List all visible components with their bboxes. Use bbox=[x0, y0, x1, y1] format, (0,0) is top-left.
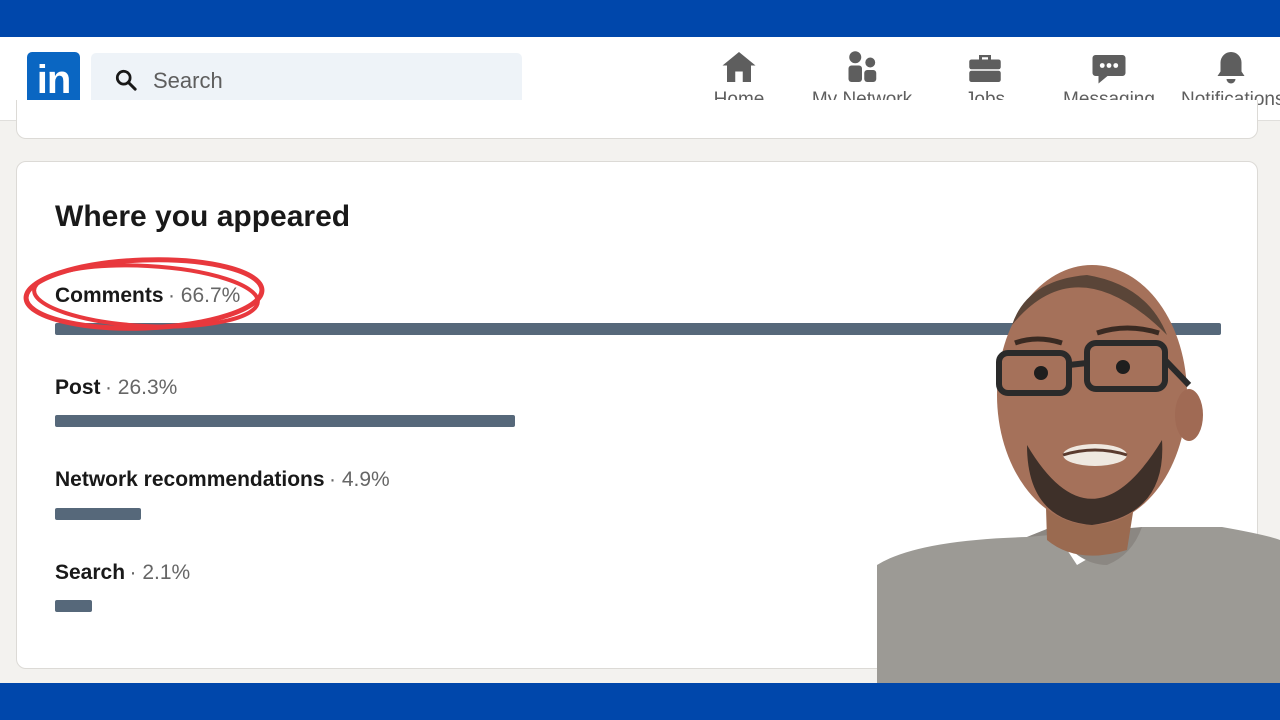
card-title: Where you appeared bbox=[55, 200, 351, 233]
bar-search bbox=[55, 600, 92, 612]
row-label: Post bbox=[55, 376, 101, 399]
blue-frame-bottom bbox=[0, 683, 1280, 720]
search-icon bbox=[115, 69, 137, 91]
blue-frame-top bbox=[0, 0, 1280, 37]
row-label: Search bbox=[55, 561, 126, 584]
previous-card-bottom bbox=[16, 100, 1258, 139]
search-input[interactable]: Search bbox=[91, 53, 522, 105]
briefcase-icon bbox=[969, 55, 1001, 82]
row-percentage: · 2.1% bbox=[129, 561, 191, 584]
bar-post bbox=[55, 415, 515, 427]
list-item-search: Search · 2.1% bbox=[55, 561, 190, 585]
home-icon bbox=[722, 52, 756, 82]
row-percentage: · 26.3% bbox=[104, 376, 178, 399]
search-placeholder: Search bbox=[153, 68, 223, 93]
linkedin-logo[interactable]: in bbox=[27, 52, 80, 105]
bar-network-recommendations bbox=[55, 508, 141, 520]
my-network-icon bbox=[848, 51, 877, 82]
messaging-icon bbox=[1092, 55, 1126, 84]
list-item-post: Post · 26.3% bbox=[55, 376, 177, 400]
row-percentage: · 4.9% bbox=[329, 468, 390, 491]
presenter-photo bbox=[877, 265, 1280, 683]
red-circle-annotation bbox=[23, 257, 265, 331]
bell-icon bbox=[1217, 52, 1245, 84]
row-label: Network recommendations bbox=[55, 468, 325, 491]
list-item-network-recommendations: Network recommendations · 4.9% bbox=[55, 468, 390, 492]
